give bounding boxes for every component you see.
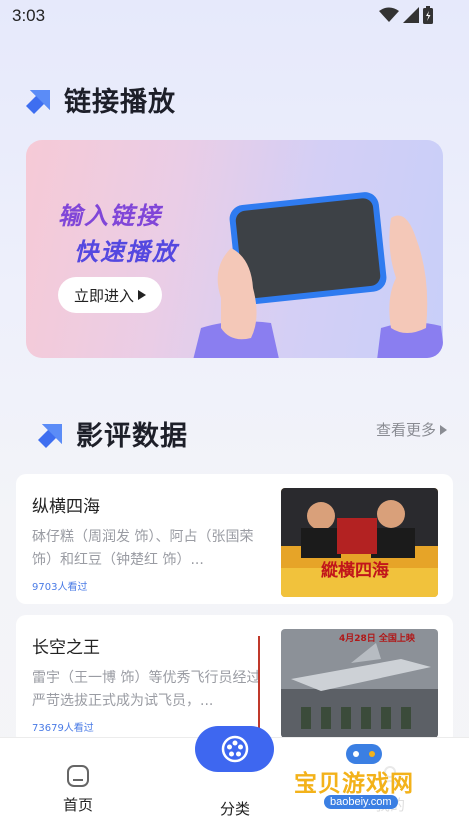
site-watermark: 宝贝游戏网 baobeiy.com — [290, 740, 440, 830]
view-more-label: 查看更多 — [375, 421, 436, 439]
film-reel-icon — [221, 735, 248, 763]
movie-title: 纵横四海 — [32, 497, 100, 517]
arrow-logo-icon — [38, 423, 62, 448]
poster-caption: 4月28日 全国上映 — [339, 634, 415, 644]
review-section-title: 影评数据 — [76, 421, 188, 452]
movie-view-count: 73679人看过 — [32, 723, 94, 734]
wifi-icon — [379, 7, 399, 22]
banner-headline-1: 输入链接 — [58, 202, 162, 230]
view-more-link[interactable]: 查看更多 — [376, 419, 447, 440]
enter-now-label: 立即进入 — [73, 286, 134, 305]
poster-art — [281, 629, 438, 738]
banner-headline-2: 快速播放 — [74, 238, 178, 266]
battery-icon — [423, 6, 433, 24]
link-section-title: 链接播放 — [64, 87, 176, 118]
nav-item-category-active[interactable] — [195, 726, 274, 772]
play-triangle-icon — [440, 424, 447, 435]
nav-label-category: 分类 — [219, 800, 250, 818]
status-icons — [379, 6, 433, 24]
status-time: 3:03 — [12, 6, 46, 25]
arrow-logo-icon — [26, 89, 50, 114]
movie-description: 砵仔糕（周润发 饰）、阿占（张国荣 饰）和红豆（钟楚红 饰）... — [32, 529, 254, 568]
poster-caption: 縱橫四海 — [321, 561, 389, 581]
movie-poster[interactable]: 縱橫四海 — [281, 488, 438, 597]
nav-item-home[interactable]: 首页 — [38, 764, 118, 815]
play-triangle-icon — [138, 290, 146, 300]
home-icon — [67, 765, 89, 787]
movie-card[interactable]: 纵横四海 砵仔糕（周润发 饰）、阿占（张国荣 饰）和红豆（钟楚红 饰）... 9… — [16, 474, 453, 604]
watermark-url: baobeiy.com — [324, 795, 398, 809]
nav-item-category[interactable]: 分类 — [195, 798, 275, 819]
movie-view-count: 9703人看过 — [32, 582, 88, 593]
enter-now-button[interactable]: 立即进入 — [58, 277, 162, 313]
link-section-header: 链接播放 — [26, 80, 176, 119]
watermark-text: 宝贝游戏网 — [294, 771, 414, 797]
movie-poster[interactable]: 4月28日 全国上映 — [281, 629, 438, 738]
phone-in-hands-illustration — [193, 192, 443, 358]
status-bar: 3:03 — [0, 0, 469, 34]
movie-title: 长空之王 — [32, 638, 100, 658]
review-section-header: 影评数据 — [38, 414, 188, 453]
nav-label-home: 首页 — [62, 796, 93, 814]
movie-description: 雷宇（王一博 饰）等优秀飞行员经过严苛选拔正式成为试飞员，... — [32, 670, 261, 709]
link-play-banner[interactable]: 输入链接 快速播放 立即进入 — [26, 140, 443, 358]
signal-icon — [403, 7, 419, 23]
